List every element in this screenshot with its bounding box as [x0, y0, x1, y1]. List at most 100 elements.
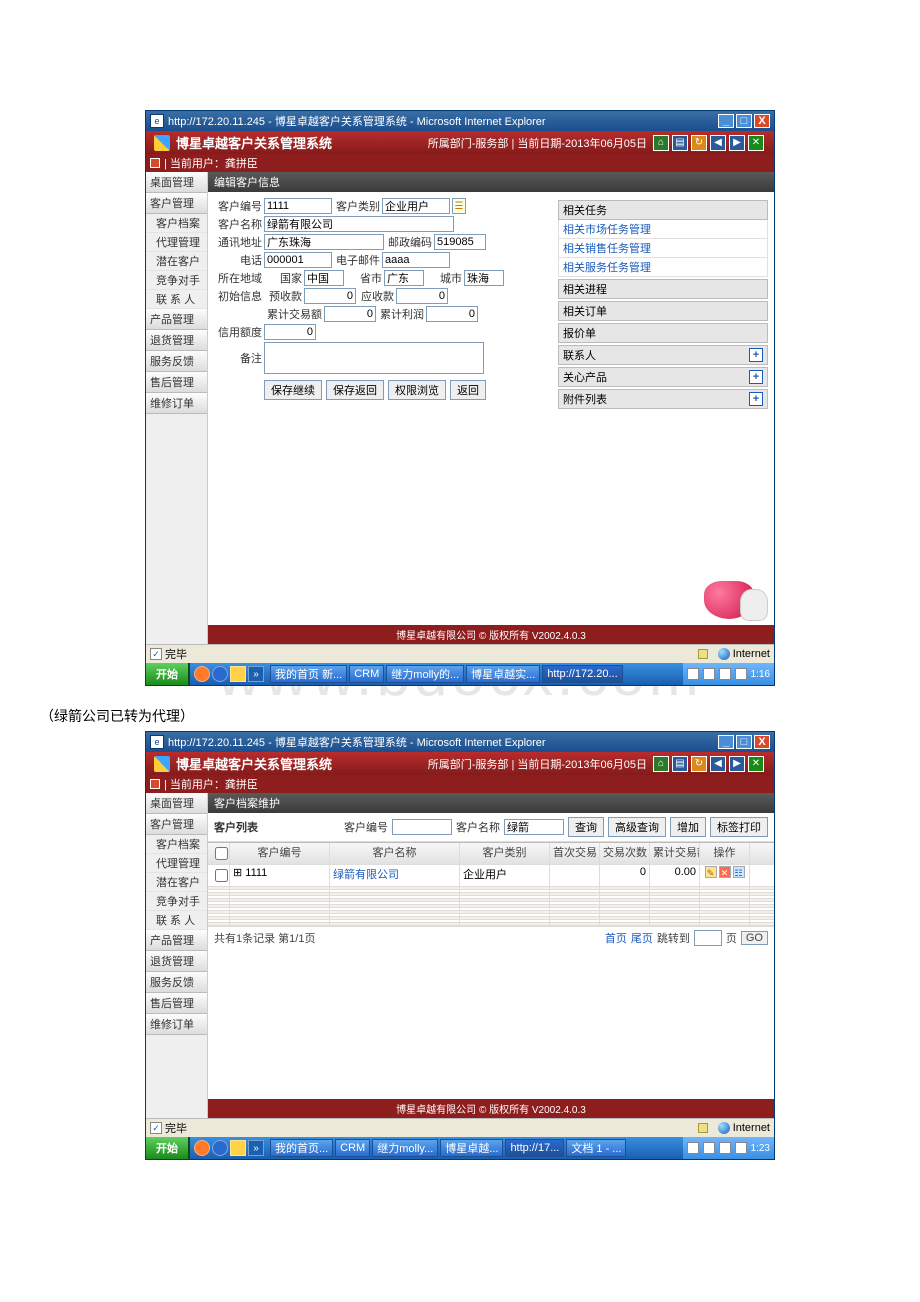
- ql-firefox-icon[interactable]: [194, 666, 210, 682]
- sidebar-group-header[interactable]: 产品管理: [146, 309, 207, 330]
- search-code-input[interactable]: [392, 819, 452, 835]
- add-attachment-button[interactable]: +: [749, 392, 763, 406]
- row-delete-icon[interactable]: ✕: [719, 866, 731, 878]
- customer-type-input[interactable]: [382, 198, 450, 214]
- total-amt-input[interactable]: [324, 306, 376, 322]
- ql-ie-icon[interactable]: [212, 1140, 228, 1156]
- search-name-input[interactable]: [504, 819, 564, 835]
- tray-icon[interactable]: [687, 668, 699, 680]
- customer-no-input[interactable]: [264, 198, 332, 214]
- ql-more-icon[interactable]: »: [248, 666, 264, 682]
- sidebar-group-header[interactable]: 维修订单: [146, 1014, 207, 1035]
- sidebar-group-header[interactable]: 退货管理: [146, 330, 207, 351]
- recv-input[interactable]: [396, 288, 448, 304]
- maximize-button[interactable]: □: [736, 735, 752, 749]
- customer-name-input[interactable]: [264, 216, 454, 232]
- pager-last[interactable]: 尾页: [631, 930, 653, 946]
- row-checkbox[interactable]: [215, 869, 228, 882]
- toolbar-tile-icon[interactable]: ▤: [672, 135, 688, 151]
- sidebar-group-header[interactable]: 客户管理: [146, 193, 207, 214]
- ql-ie-icon[interactable]: [212, 666, 228, 682]
- sidebar-group-header[interactable]: 退货管理: [146, 951, 207, 972]
- taskbar-task[interactable]: 博星卓越...: [440, 1139, 503, 1157]
- sidebar-group-header[interactable]: 售后管理: [146, 993, 207, 1014]
- save-back-button[interactable]: 保存返回: [326, 380, 384, 400]
- toolbar-refresh-icon[interactable]: ↻: [691, 135, 707, 151]
- permission-view-button[interactable]: 权限浏览: [388, 380, 446, 400]
- province-input[interactable]: [384, 270, 424, 286]
- toolbar-prev-icon[interactable]: ◀: [710, 135, 726, 151]
- add-product-button[interactable]: +: [749, 370, 763, 384]
- sidebar-item[interactable]: 潜在客户: [146, 873, 207, 892]
- add-contact-button[interactable]: +: [749, 348, 763, 362]
- toolbar-tile-icon[interactable]: ▤: [672, 756, 688, 772]
- taskbar-task[interactable]: 我的首页 新...: [270, 665, 347, 683]
- back-button[interactable]: 返回: [450, 380, 486, 400]
- taskbar-task[interactable]: 我的首页...: [270, 1139, 333, 1157]
- cell-name[interactable]: 绿箭有限公司: [330, 865, 460, 886]
- sidebar-group-header[interactable]: 服务反馈: [146, 351, 207, 372]
- postcode-input[interactable]: [434, 234, 486, 250]
- toolbar-next-icon[interactable]: ▶: [729, 756, 745, 772]
- sidebar-group-header[interactable]: 售后管理: [146, 372, 207, 393]
- row-edit-icon[interactable]: ✎: [705, 866, 717, 878]
- toolbar-prev-icon[interactable]: ◀: [710, 756, 726, 772]
- taskbar-task[interactable]: http://172.20...: [542, 665, 622, 683]
- sidebar-item[interactable]: 客户档案: [146, 214, 207, 233]
- taskbar-task[interactable]: CRM: [335, 1139, 370, 1157]
- row-view-icon[interactable]: ☷: [733, 866, 745, 878]
- minimize-button[interactable]: _: [718, 735, 734, 749]
- tray-icon[interactable]: [735, 668, 747, 680]
- email-input[interactable]: [382, 252, 450, 268]
- sidebar-item[interactable]: 潜在客户: [146, 252, 207, 271]
- add-button[interactable]: 增加: [670, 817, 706, 837]
- ql-desktop-icon[interactable]: [230, 1140, 246, 1156]
- start-button[interactable]: 开始: [146, 1137, 190, 1159]
- toolbar-close-icon[interactable]: ✕: [748, 756, 764, 772]
- ql-desktop-icon[interactable]: [230, 666, 246, 682]
- sidebar-item[interactable]: 竞争对手: [146, 892, 207, 911]
- toolbar-refresh-icon[interactable]: ↻: [691, 756, 707, 772]
- taskbar-task[interactable]: 继力molly的...: [386, 665, 464, 683]
- pre-recv-input[interactable]: [304, 288, 356, 304]
- related-task-link[interactable]: 相关市场任务管理: [558, 220, 768, 239]
- sidebar-item[interactable]: 代理管理: [146, 233, 207, 252]
- sidebar-group-header[interactable]: 产品管理: [146, 930, 207, 951]
- ql-firefox-icon[interactable]: [194, 1140, 210, 1156]
- tray-icon[interactable]: [735, 1142, 747, 1154]
- tray-icon[interactable]: [703, 1142, 715, 1154]
- sidebar-item[interactable]: 联 系 人: [146, 290, 207, 309]
- toolbar-close-icon[interactable]: ✕: [748, 135, 764, 151]
- toolbar-home-icon[interactable]: ⌂: [653, 135, 669, 151]
- adv-query-button[interactable]: 高级查询: [608, 817, 666, 837]
- address-input[interactable]: [264, 234, 384, 250]
- save-continue-button[interactable]: 保存继续: [264, 380, 322, 400]
- close-button[interactable]: X: [754, 114, 770, 128]
- country-input[interactable]: [304, 270, 344, 286]
- taskbar-task[interactable]: 继力molly...: [372, 1139, 438, 1157]
- minimize-button[interactable]: _: [718, 114, 734, 128]
- sidebar-group-header[interactable]: 客户管理: [146, 814, 207, 835]
- related-task-link[interactable]: 相关服务任务管理: [558, 258, 768, 277]
- query-button[interactable]: 查询: [568, 817, 604, 837]
- sidebar-item[interactable]: 竞争对手: [146, 271, 207, 290]
- sidebar-item[interactable]: 联 系 人: [146, 911, 207, 930]
- customer-type-picker-icon[interactable]: ☰: [452, 198, 466, 214]
- related-task-link[interactable]: 相关销售任务管理: [558, 239, 768, 258]
- city-input[interactable]: [464, 270, 504, 286]
- ql-more-icon[interactable]: »: [248, 1140, 264, 1156]
- credit-input[interactable]: [264, 324, 316, 340]
- total-profit-input[interactable]: [426, 306, 478, 322]
- tray-icon[interactable]: [719, 668, 731, 680]
- label-print-button[interactable]: 标签打印: [710, 817, 768, 837]
- taskbar-task[interactable]: CRM: [349, 665, 384, 683]
- start-button[interactable]: 开始: [146, 663, 190, 685]
- phone-input[interactable]: [264, 252, 332, 268]
- taskbar-task[interactable]: http://17...: [505, 1139, 564, 1157]
- remark-textarea[interactable]: [264, 342, 484, 374]
- close-button[interactable]: X: [754, 735, 770, 749]
- pager-go-button[interactable]: GO: [741, 931, 768, 945]
- tray-icon[interactable]: [719, 1142, 731, 1154]
- toolbar-home-icon[interactable]: ⌂: [653, 756, 669, 772]
- taskbar-task[interactable]: 文档 1 - ...: [566, 1139, 626, 1157]
